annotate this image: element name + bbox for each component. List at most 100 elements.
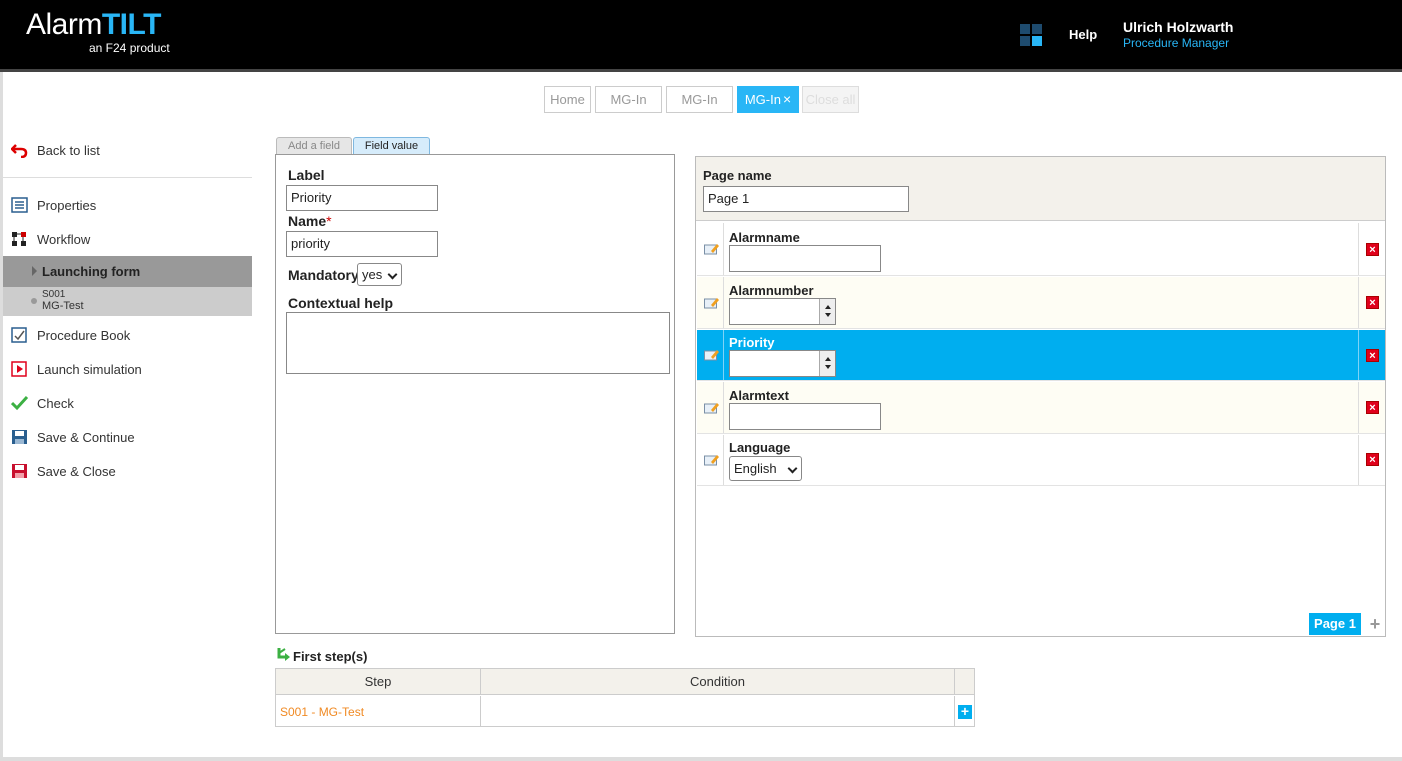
name-input[interactable]: priority — [286, 231, 438, 257]
sidebar-item-label: Save & Continue — [37, 430, 135, 445]
field-label: Language — [729, 440, 791, 455]
priority-spinner[interactable] — [729, 350, 836, 377]
tab-mg-in-2[interactable]: MG-In — [666, 86, 733, 113]
logo: AlarmTILT — [26, 8, 161, 41]
chevron-down-icon — [387, 269, 398, 280]
sidebar-item-workflow[interactable]: Workflow — [3, 222, 252, 256]
sidebar-item-label: Check — [37, 396, 74, 411]
properties-list-icon — [11, 197, 28, 213]
sidebar-item-label: Back to list — [37, 143, 100, 158]
spinner-buttons[interactable] — [819, 351, 835, 376]
label-input[interactable]: Priority — [286, 185, 438, 211]
form-field-row[interactable]: Language English × — [697, 435, 1385, 486]
save-icon — [12, 430, 27, 444]
step-name: MG-Test — [42, 300, 84, 312]
bottom-border — [0, 757, 1402, 761]
save-close-icon — [12, 464, 27, 478]
sidebar-item-label: Procedure Book — [37, 328, 131, 343]
delete-icon[interactable]: × — [1366, 453, 1379, 466]
undo-arrow-icon — [11, 144, 28, 158]
page-tab[interactable]: Page 1 — [1309, 613, 1361, 635]
language-select[interactable]: English — [729, 456, 802, 481]
field-label: Priority — [729, 335, 775, 350]
sidebar-item-launching-form[interactable]: Launching form — [3, 256, 252, 287]
form-field-row[interactable]: Alarmnumber × — [697, 277, 1385, 329]
user-name[interactable]: Ulrich Holzwarth — [1123, 19, 1233, 35]
contextual-help-heading: Contextual help — [288, 295, 394, 311]
alarmnumber-spinner[interactable] — [729, 298, 836, 325]
tab-close-icon[interactable]: × — [783, 91, 791, 107]
step-link[interactable]: S001 - MG-Test — [280, 705, 364, 719]
mandatory-heading: Mandatory — [288, 267, 359, 283]
page-editor-panel: Page name Page 1 Alarmname × Alarmnumber… — [695, 156, 1386, 637]
mandatory-select[interactable]: yes — [357, 263, 402, 286]
sidebar-item-save-close[interactable]: Save & Close — [3, 454, 252, 488]
edit-icon[interactable] — [704, 402, 719, 414]
spin-up-icon[interactable] — [825, 305, 831, 309]
spinner-buttons[interactable] — [819, 299, 835, 324]
contextual-help-textarea[interactable] — [286, 312, 670, 374]
required-marker: * — [326, 213, 332, 229]
sidebar-item-check[interactable]: Check — [3, 386, 252, 420]
field-label: Alarmname — [729, 230, 800, 245]
expand-triangle-icon[interactable] — [32, 266, 37, 276]
delete-icon[interactable]: × — [1366, 296, 1379, 309]
play-icon — [11, 361, 27, 377]
step-code: S001 — [42, 289, 66, 300]
edit-icon[interactable] — [704, 243, 719, 255]
alarmname-input[interactable] — [729, 245, 881, 272]
sidebar-item-label: Launching form — [42, 264, 141, 279]
bullet-icon — [31, 298, 37, 304]
column-step-header: Step — [276, 669, 481, 695]
sidebar-item-save-continue[interactable]: Save & Continue — [3, 420, 252, 454]
tab-home[interactable]: Home — [544, 86, 591, 113]
edit-icon[interactable] — [704, 349, 719, 361]
sidebar-item-label: Workflow — [37, 232, 91, 247]
page-name-input[interactable]: Page 1 — [703, 186, 909, 212]
tab-add-field[interactable]: Add a field — [276, 137, 352, 155]
field-value-panel: Label Priority Name* priority Mandatory … — [275, 154, 675, 634]
sidebar-item-procedure-book[interactable]: Procedure Book — [3, 318, 252, 352]
alarmtext-input[interactable] — [729, 403, 881, 430]
table-header: Step Condition — [276, 669, 974, 695]
spin-down-icon[interactable] — [825, 313, 831, 317]
user-role[interactable]: Procedure Manager — [1123, 36, 1229, 50]
logo-subtitle: an F24 product — [89, 41, 170, 55]
first-steps-table: Step Condition S001 - MG-Test — [275, 668, 975, 727]
delete-icon[interactable]: × — [1366, 243, 1379, 256]
help-link[interactable]: Help — [1069, 27, 1097, 42]
name-heading: Name* — [288, 213, 332, 229]
add-condition-button[interactable]: + — [958, 704, 972, 719]
apps-grid-icon[interactable] — [1020, 24, 1044, 48]
procedure-book-icon — [11, 327, 27, 343]
sidebar-item-launch-simulation[interactable]: Launch simulation — [3, 352, 252, 386]
delete-icon[interactable]: × — [1366, 349, 1379, 362]
column-condition-header: Condition — [481, 669, 955, 695]
branch-arrow-icon — [277, 648, 290, 661]
field-label: Alarmtext — [729, 388, 789, 403]
tab-mg-in-active[interactable]: MG-In × — [737, 86, 799, 113]
edit-icon[interactable] — [704, 297, 719, 309]
close-all-button[interactable]: Close all — [802, 86, 859, 113]
checkmark-icon — [11, 395, 28, 411]
form-field-row[interactable]: Alarmtext × — [697, 382, 1385, 434]
tab-mg-in-1[interactable]: MG-In — [595, 86, 662, 113]
form-field-row[interactable]: Alarmname × — [697, 223, 1385, 276]
field-label: Alarmnumber — [729, 283, 814, 298]
sidebar-item-properties[interactable]: Properties — [3, 188, 252, 222]
sidebar-item-label: Properties — [37, 198, 97, 213]
page-name-heading: Page name — [703, 168, 772, 183]
sidebar-subitem-step[interactable]: S001 MG-Test — [3, 287, 252, 316]
edit-icon[interactable] — [704, 454, 719, 466]
spin-down-icon[interactable] — [825, 365, 831, 369]
form-field-row-selected[interactable]: Priority × — [697, 330, 1385, 381]
sidebar-item-back[interactable]: Back to list — [3, 133, 252, 167]
sidebar-divider — [3, 177, 252, 178]
spin-up-icon[interactable] — [825, 357, 831, 361]
delete-icon[interactable]: × — [1366, 401, 1379, 414]
condition-cell — [481, 696, 955, 727]
sidebar-item-label: Launch simulation — [37, 362, 142, 377]
label-heading: Label — [288, 167, 325, 183]
add-page-icon[interactable]: + — [1368, 615, 1382, 633]
table-row: S001 - MG-Test — [276, 696, 481, 727]
